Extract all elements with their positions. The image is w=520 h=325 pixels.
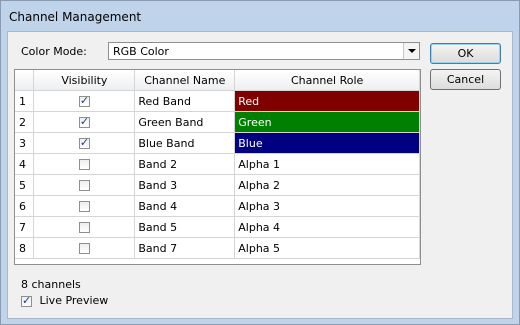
channel-name-cell[interactable]: Band 5 bbox=[134, 216, 236, 238]
visibility-checkbox[interactable] bbox=[78, 222, 90, 233]
row-index: 2 bbox=[15, 111, 35, 133]
column-header-visibility[interactable]: Visibility bbox=[33, 70, 136, 91]
channel-role-cell[interactable]: Red bbox=[234, 90, 420, 112]
visibility-checkbox[interactable] bbox=[78, 180, 90, 191]
visibility-cell bbox=[33, 237, 136, 259]
row-index: 4 bbox=[15, 153, 35, 175]
channel-role-cell[interactable]: Blue bbox=[234, 132, 420, 154]
visibility-cell bbox=[33, 111, 136, 133]
channel-name-cell[interactable]: Blue Band bbox=[134, 132, 236, 154]
channel-role-cell[interactable]: Alpha 3 bbox=[234, 195, 420, 217]
channel-role-cell[interactable]: Green bbox=[234, 111, 420, 133]
title-bar[interactable]: Channel Management bbox=[1, 1, 519, 31]
channel-table: Visibility Channel Name Channel Role 1 Re… bbox=[14, 69, 421, 265]
channel-name-cell[interactable]: Band 7 bbox=[134, 237, 236, 259]
channel-management-dialog: Channel Management Color Mode: RGB Color… bbox=[0, 0, 520, 325]
visibility-checkbox[interactable] bbox=[78, 201, 90, 212]
visibility-checkbox[interactable] bbox=[78, 159, 90, 170]
checkbox-icon[interactable] bbox=[21, 294, 32, 307]
dialog-body: Color Mode: RGB Color OK Cancel Visibili… bbox=[7, 31, 513, 319]
live-preview-label: Live Preview bbox=[39, 294, 109, 307]
cancel-button[interactable]: Cancel bbox=[430, 69, 501, 90]
visibility-checkbox[interactable] bbox=[78, 136, 90, 149]
visibility-checkbox[interactable] bbox=[78, 243, 90, 254]
column-header-channel-role[interactable]: Channel Role bbox=[234, 70, 420, 91]
channel-count-text: 8 channels bbox=[21, 278, 81, 291]
table-row[interactable]: 1 Red BandRed bbox=[15, 90, 420, 112]
table-row[interactable]: 2 Green BandGreen bbox=[15, 111, 420, 133]
table-row[interactable]: 6 Band 4 Alpha 3 bbox=[15, 195, 420, 217]
channel-name-cell[interactable]: Red Band bbox=[134, 90, 236, 112]
visibility-checkbox[interactable] bbox=[78, 115, 90, 128]
table-row[interactable]: 3 Blue BandBlue bbox=[15, 132, 420, 154]
channel-name-cell[interactable]: Band 3 bbox=[134, 174, 236, 196]
chevron-down-icon[interactable] bbox=[403, 43, 419, 59]
ok-button[interactable]: OK bbox=[430, 43, 501, 64]
channel-name-cell[interactable]: Band 4 bbox=[134, 195, 236, 217]
row-index: 3 bbox=[15, 132, 35, 154]
channel-role-cell[interactable]: Alpha 4 bbox=[234, 216, 420, 238]
channel-role-cell[interactable]: Alpha 1 bbox=[234, 153, 420, 175]
table-row[interactable]: 4 Band 2 Alpha 1 bbox=[15, 153, 420, 175]
visibility-cell bbox=[33, 153, 136, 175]
column-header-index bbox=[15, 70, 35, 91]
column-header-channel-name[interactable]: Channel Name bbox=[134, 70, 236, 91]
channel-name-cell[interactable]: Band 2 bbox=[134, 153, 236, 175]
visibility-cell bbox=[33, 195, 136, 217]
visibility-cell bbox=[33, 132, 136, 154]
table-row[interactable]: 7 Band 5 Alpha 4 bbox=[15, 216, 420, 238]
channel-name-cell[interactable]: Green Band bbox=[134, 111, 236, 133]
visibility-cell bbox=[33, 216, 136, 238]
table-row[interactable]: 5 Band 3 Alpha 2 bbox=[15, 174, 420, 196]
live-preview-checkbox[interactable]: Live Preview bbox=[21, 294, 108, 307]
visibility-cell bbox=[33, 174, 136, 196]
visibility-cell bbox=[33, 90, 136, 112]
table-header: Visibility Channel Name Channel Role bbox=[15, 70, 420, 91]
visibility-checkbox[interactable] bbox=[78, 94, 90, 107]
row-index: 1 bbox=[15, 90, 35, 112]
row-index: 7 bbox=[15, 216, 35, 238]
channel-role-cell[interactable]: Alpha 2 bbox=[234, 174, 420, 196]
table-row[interactable]: 8 Band 7 Alpha 5 bbox=[15, 237, 420, 259]
row-index: 5 bbox=[15, 174, 35, 196]
channel-role-cell[interactable]: Alpha 5 bbox=[234, 237, 420, 259]
color-mode-value: RGB Color bbox=[113, 45, 169, 58]
color-mode-label: Color Mode: bbox=[21, 45, 87, 58]
color-mode-dropdown[interactable]: RGB Color bbox=[108, 42, 420, 60]
row-index: 8 bbox=[15, 237, 35, 259]
row-index: 6 bbox=[15, 195, 35, 217]
window-title: Channel Management bbox=[9, 10, 142, 24]
